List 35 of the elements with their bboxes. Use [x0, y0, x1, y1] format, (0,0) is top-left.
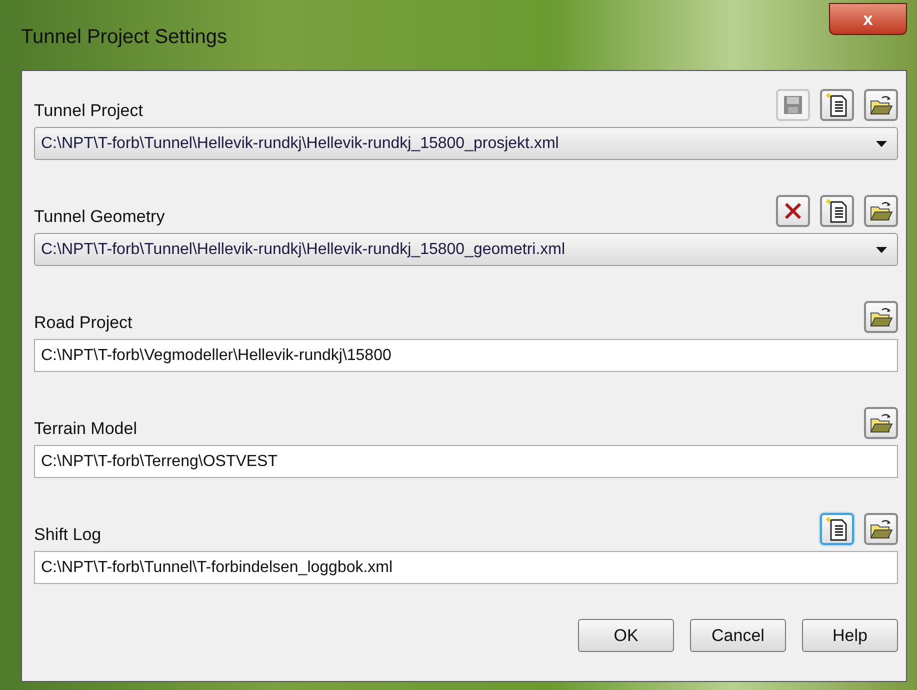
new-file-button[interactable]: [820, 513, 854, 545]
dialog-button[interactable]: Cancel: [690, 619, 786, 652]
path-dropdown[interactable]: C:\NPT\T-forb\Tunnel\Hellevik-rundkj\Hellevik-rundkj_15800_prosjekt.xml: [34, 127, 898, 160]
close-button[interactable]: x: [829, 3, 907, 35]
open-folder-icon: [869, 306, 893, 328]
caret-icon: [876, 140, 887, 146]
new-document-icon: [826, 199, 848, 223]
open-folder-button[interactable]: [864, 513, 898, 545]
field-label: Road Project: [34, 313, 132, 333]
open-folder-button[interactable]: [864, 301, 898, 333]
field-label: Tunnel Geometry: [34, 207, 165, 227]
field-label: Terrain Model: [34, 419, 137, 439]
x-mark-icon: [783, 201, 803, 221]
path-dropdown[interactable]: C:\NPT\T-forb\Tunnel\Hellevik-rundkj\Hellevik-rundkj_15800_geometri.xml: [34, 233, 898, 266]
new-file-button[interactable]: [820, 195, 854, 227]
open-folder-icon: [869, 200, 893, 222]
path-field[interactable]: C:\NPT\T-forb\Terreng\OSTVEST: [34, 445, 898, 478]
new-document-icon: [826, 93, 848, 117]
path-field[interactable]: C:\NPT\T-forb\Tunnel\T-forbindelsen_loggbok.xml: [34, 551, 898, 584]
path-field[interactable]: C:\NPT\T-forb\Vegmodeller\Hellevik-rundkj\15800: [34, 339, 898, 372]
open-folder-button[interactable]: [864, 407, 898, 439]
dialog-button[interactable]: OK: [578, 619, 674, 652]
window-title: Tunnel Project Settings: [21, 26, 228, 49]
open-folder-button[interactable]: [864, 89, 898, 121]
field-label: Tunnel Project: [34, 101, 143, 121]
delete-button[interactable]: [776, 195, 810, 227]
new-document-icon: [826, 517, 848, 541]
open-folder-icon: [869, 518, 893, 540]
open-folder-icon: [869, 94, 893, 116]
open-folder-icon: [869, 412, 893, 434]
field-label: Shift Log: [34, 525, 102, 545]
caret-icon: [876, 246, 887, 252]
new-file-button[interactable]: [820, 89, 854, 121]
dialog-button[interactable]: Help: [802, 619, 898, 652]
open-folder-button[interactable]: [864, 195, 898, 227]
